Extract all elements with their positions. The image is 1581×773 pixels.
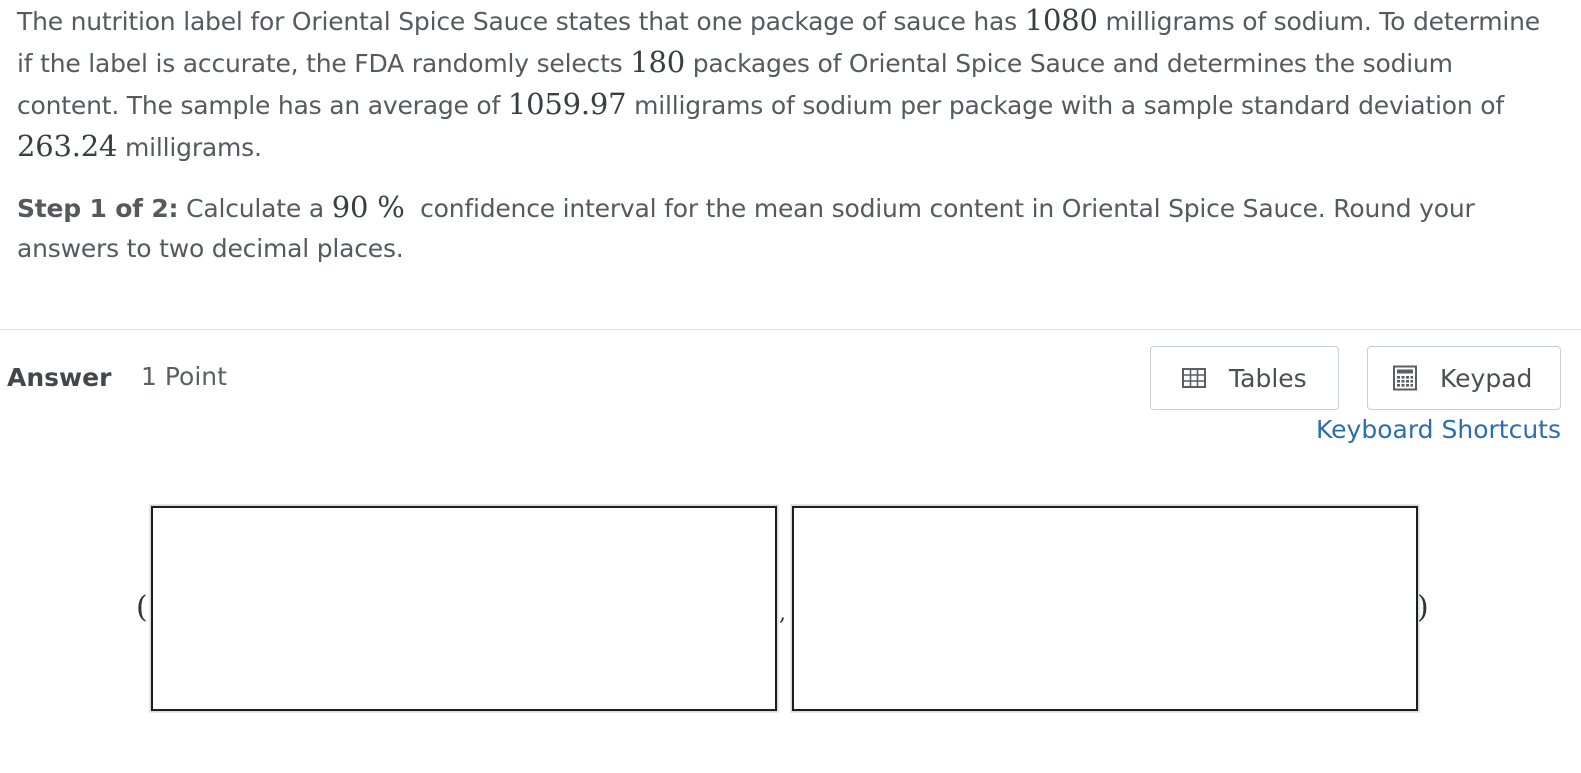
problem-text-part: The nutrition label for Oriental Spice S… (17, 7, 1025, 36)
keypad-button-label: Keypad (1440, 363, 1533, 393)
open-parenthesis: ( (136, 590, 148, 625)
problem-text-part: milligrams. (117, 133, 262, 162)
tables-button-label: Tables (1229, 363, 1307, 393)
stated-sodium-value: 1080 (1024, 3, 1098, 37)
table-icon (1181, 365, 1207, 391)
sample-size-value: 180 (630, 45, 686, 79)
answer-heading: Answer (7, 363, 112, 392)
lower-bound-input[interactable] (150, 505, 778, 712)
upper-bound-input[interactable] (791, 505, 1419, 712)
step-instruction: Step 1 of 2: Calculate a 90 % confidence… (17, 187, 1562, 269)
step-text-part: Calculate a (178, 194, 332, 223)
confidence-level-value: 90 % (331, 190, 405, 224)
keypad-button[interactable]: Keypad (1367, 346, 1561, 410)
keyboard-shortcuts-link[interactable]: Keyboard Shortcuts (1316, 415, 1561, 444)
step-label: Step 1 of 2: (17, 194, 179, 223)
section-divider (0, 329, 1581, 330)
points-label: 1 Point (141, 362, 227, 391)
sample-sd-value: 263.24 (17, 129, 118, 163)
tables-button[interactable]: Tables (1150, 346, 1339, 410)
interval-separator: , (779, 601, 786, 626)
close-parenthesis: ) (1417, 590, 1429, 625)
question-text: The nutrition label for Oriental Spice S… (17, 0, 1562, 269)
problem-statement: The nutrition label for Oriental Spice S… (17, 0, 1562, 168)
sample-mean-value: 1059.97 (507, 87, 627, 121)
calculator-icon (1392, 365, 1418, 391)
problem-text-part: milligrams of sodium per package with a … (626, 91, 1504, 120)
